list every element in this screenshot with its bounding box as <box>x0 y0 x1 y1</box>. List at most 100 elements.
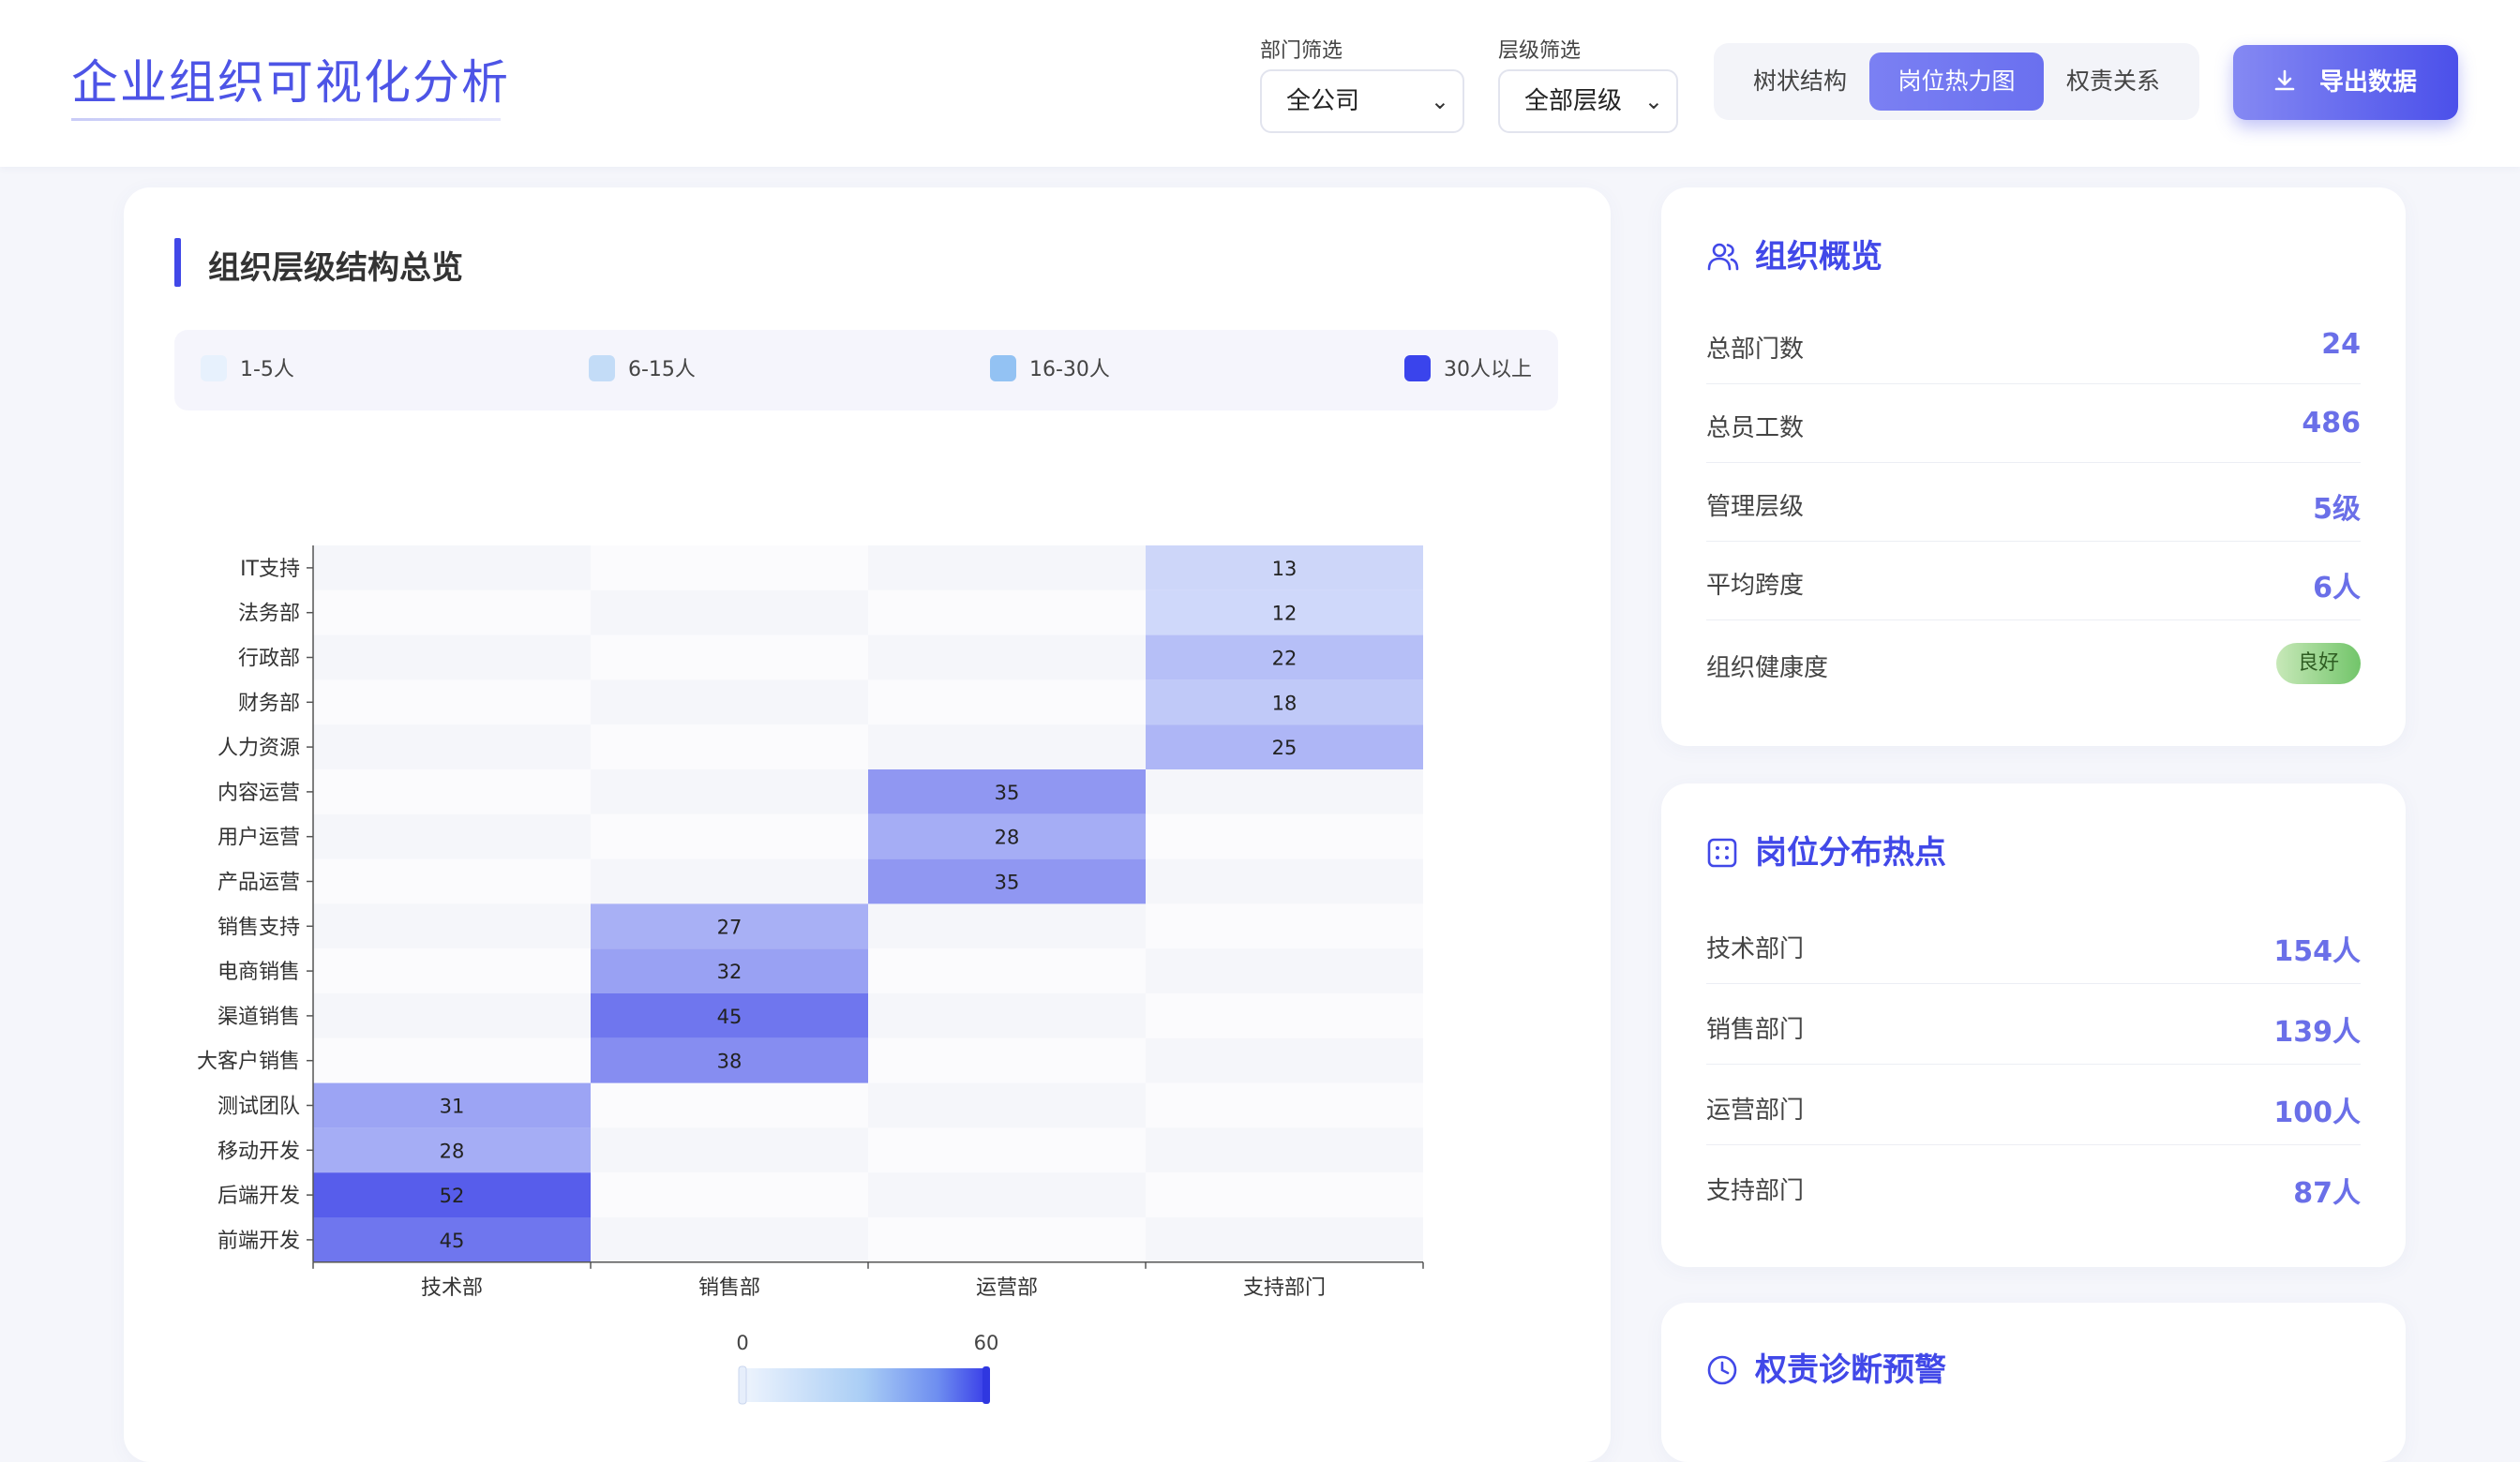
diagnosis-card: 权责诊断预警 <box>1661 1303 2406 1462</box>
row-label: 销售部门 <box>1706 1016 1805 1044</box>
y-tick-label: 财务部 <box>238 692 300 715</box>
heatmap-empty-cell <box>313 1037 591 1083</box>
overview-heading: 组织概览 <box>1706 231 1882 277</box>
color-scale-min-label: 0 <box>736 1332 748 1354</box>
overview-card: 组织概览 总部门数 24 总员工数 486 管理层级 5级 平均跨度 6人 组织… <box>1661 187 2406 746</box>
heatmap-empty-cell <box>868 634 1146 680</box>
row-value: 100人 <box>2273 1096 2361 1129</box>
level-filter-label: 层级筛选 <box>1498 39 1582 63</box>
heatmap-empty-cell <box>313 858 591 904</box>
heatmap-cell-value: 18 <box>1272 692 1298 714</box>
y-tick-label: 产品运营 <box>218 872 300 895</box>
overview-row-health: 组织健康度 良好 <box>1706 624 2361 703</box>
export-data-button[interactable]: 导出数据 <box>2233 45 2458 120</box>
hotspot-row: 销售部门 139人 <box>1706 986 2361 1065</box>
row-label: 技术部门 <box>1706 935 1805 963</box>
color-scale-max-handle <box>982 1366 990 1404</box>
heatmap-empty-cell <box>313 769 591 814</box>
heatmap-empty-cell <box>868 1172 1146 1217</box>
row-value: 486 <box>2302 407 2361 440</box>
heatmap-cell-value: 13 <box>1272 558 1298 580</box>
heatmap-empty-cell <box>1146 1037 1423 1083</box>
heatmap-empty-cell <box>1146 1217 1423 1262</box>
y-tick-label: 后端开发 <box>218 1185 300 1208</box>
row-label: 管理层级 <box>1706 493 1805 521</box>
y-tick-label: 移动开发 <box>218 1140 300 1163</box>
heatmap-empty-cell <box>591 634 868 680</box>
heatmap-empty-cell <box>868 1127 1146 1173</box>
hotspots-heading: 岗位分布热点 <box>1706 827 1946 873</box>
y-tick-label: 法务部 <box>238 603 300 626</box>
heatmap-cell-value: 12 <box>1272 603 1298 625</box>
heatmap-empty-cell <box>313 813 591 859</box>
heatmap-empty-cell <box>868 948 1146 993</box>
heatmap-empty-cell <box>591 769 868 814</box>
row-value: 154人 <box>2273 935 2361 968</box>
overview-row-departments: 总部门数 24 <box>1706 306 2361 384</box>
heatmap-empty-cell <box>868 903 1146 949</box>
color-scale-bar <box>742 1368 986 1402</box>
color-scale-min-handle <box>738 1365 747 1405</box>
heatmap-chart: 13 12 22 18 25 35 28 35 27 32 45 38 31 28 52 45 IT支持法务部行… <box>197 545 1424 1405</box>
diagnosis-heading: 权责诊断预警 <box>1706 1344 1946 1391</box>
heatmap-empty-cell <box>868 545 1146 590</box>
heatmap-empty-cell <box>868 1217 1146 1262</box>
y-tick-label: 用户运营 <box>218 827 300 850</box>
heatmap-empty-cell <box>1146 1172 1423 1217</box>
overview-row-levels: 管理层级 5级 <box>1706 463 2361 542</box>
export-data-label: 导出数据 <box>2319 68 2418 97</box>
heatmap-cell-value: 25 <box>1272 737 1298 759</box>
heatmap-empty-cell <box>1146 1127 1423 1173</box>
y-tick-label: 前端开发 <box>218 1230 300 1253</box>
health-status-badge: 良好 <box>2276 643 2361 684</box>
x-tick-label: 技术部 <box>421 1276 483 1300</box>
heatmap-cell-value: 35 <box>995 782 1020 804</box>
heatmap-cell-value: 45 <box>717 1006 742 1028</box>
hotspot-row: 技术部门 154人 <box>1706 905 2361 984</box>
row-label: 支持部门 <box>1706 1177 1805 1205</box>
level-filter-select[interactable]: 全部层级 ⌄ <box>1498 69 1678 133</box>
y-tick-label: 行政部 <box>238 648 300 671</box>
x-tick-label: 运营部 <box>976 1276 1038 1300</box>
top-header: 企业组织可视化分析 部门筛选 全公司 ⌄ 层级筛选 全部层级 ⌄ 树状结构 岗位… <box>0 0 2520 167</box>
heatmap-empty-cell <box>591 858 868 904</box>
row-value: 87人 <box>2293 1177 2361 1210</box>
heatmap-empty-cell <box>868 679 1146 725</box>
heatmap-cell-value: 35 <box>995 872 1020 894</box>
heatmap-empty-cell <box>868 724 1146 769</box>
dept-filter-label: 部门筛选 <box>1260 39 1343 63</box>
y-tick-label: 大客户销售 <box>197 1051 300 1074</box>
row-label: 总员工数 <box>1706 414 1805 442</box>
heatmap-empty-cell <box>868 993 1146 1038</box>
chevron-down-icon: ⌄ <box>1643 88 1663 114</box>
dept-filter-select[interactable]: 全公司 ⌄ <box>1260 69 1464 133</box>
x-tick-label: 支持部门 <box>1243 1276 1326 1300</box>
tab-position-heatmap[interactable]: 岗位热力图 <box>1869 52 2044 111</box>
heatmap-cell-value: 38 <box>717 1051 742 1073</box>
clock-icon <box>1706 1353 1744 1391</box>
row-value: 5级 <box>2313 493 2361 526</box>
diagnosis-title: 权责诊断预警 <box>1755 1351 1946 1389</box>
overview-title: 组织概览 <box>1755 238 1882 276</box>
heatmap-empty-cell <box>591 813 868 859</box>
title-underline <box>71 118 501 121</box>
heatmap-empty-cell <box>591 1127 868 1173</box>
tab-responsibility[interactable]: 权责关系 <box>2038 52 2188 111</box>
heatmap-cell-value: 45 <box>440 1230 465 1252</box>
row-label: 运营部门 <box>1706 1096 1805 1125</box>
heatmap-empty-cell <box>868 1082 1146 1128</box>
heatmap-empty-cell <box>591 1217 868 1262</box>
row-label: 总部门数 <box>1706 336 1805 364</box>
heatmap-empty-cell <box>1146 903 1423 949</box>
heatmap-empty-cell <box>591 1082 868 1128</box>
heatmap-empty-cell <box>313 545 591 590</box>
heatmap-cell-value: 52 <box>440 1185 465 1207</box>
download-icon <box>2272 45 2297 120</box>
tab-tree-structure[interactable]: 树状结构 <box>1725 52 1875 111</box>
x-tick-label: 销售部 <box>698 1276 760 1300</box>
y-tick-label: 测试团队 <box>218 1096 300 1119</box>
hotspot-row: 支持部门 87人 <box>1706 1147 2361 1226</box>
row-label: 平均跨度 <box>1706 572 1805 600</box>
heatmap-empty-cell <box>313 634 591 680</box>
hotspots-card: 岗位分布热点 技术部门 154人 销售部门 139人 运营部门 100人 支持部… <box>1661 783 2406 1267</box>
